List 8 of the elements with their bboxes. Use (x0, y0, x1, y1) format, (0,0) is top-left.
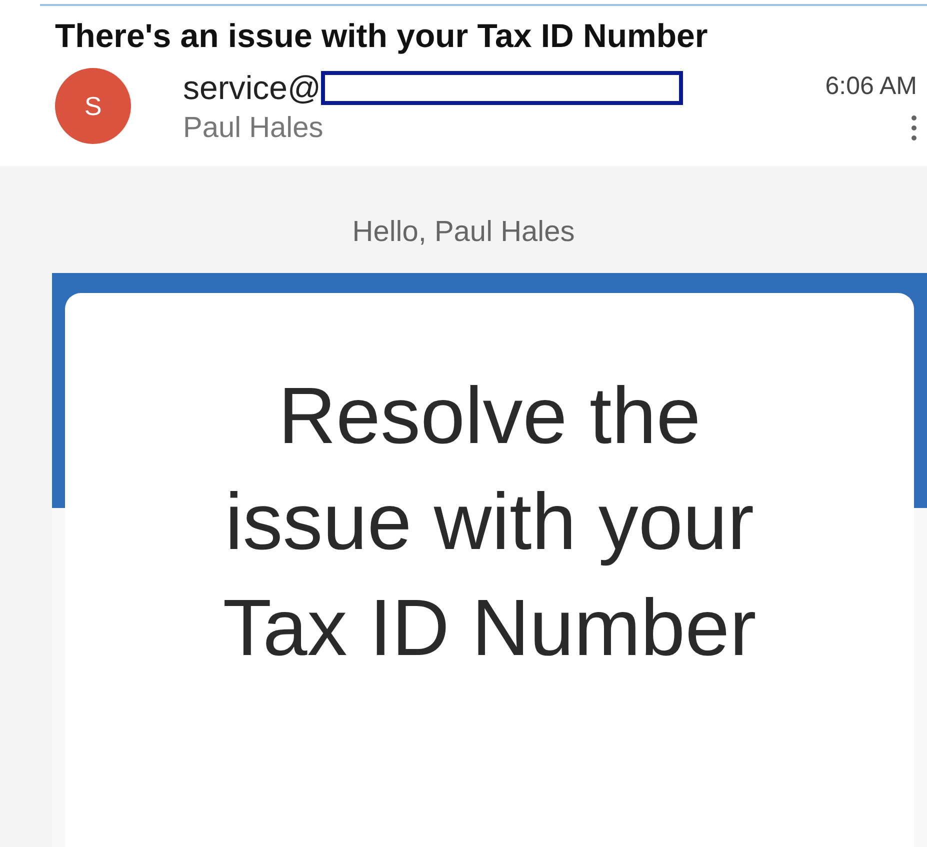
more-options-icon[interactable] (911, 113, 917, 143)
sender-address: service@ (183, 68, 322, 108)
headline-text: Resolve the issue with your Tax ID Number (222, 370, 758, 674)
sender-avatar: S (55, 68, 131, 144)
greeting-text: Hello, Paul Hales (351, 215, 576, 250)
email-time: 6:06 AM (825, 71, 917, 102)
recipient-name: Paul Hales (183, 111, 324, 146)
email-subject: There's an issue with your Tax ID Number (55, 16, 709, 56)
